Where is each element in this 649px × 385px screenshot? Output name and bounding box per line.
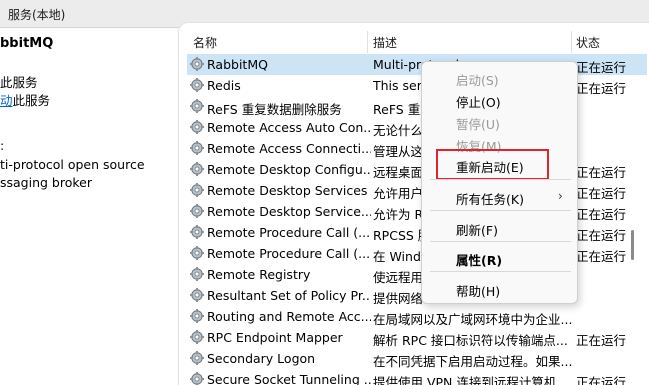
service-name: RPC Endpoint Mapper xyxy=(207,330,343,345)
restart-service-link[interactable]: 动 xyxy=(0,93,13,108)
service-name: Remote Procedure Call (... xyxy=(207,246,371,261)
stop-service-line: 此服务 xyxy=(0,75,38,90)
service-row[interactable]: ReFS 重复数据删除服务 ReFS 重复 xyxy=(187,96,647,117)
service-status: 正在运行 xyxy=(576,60,627,75)
service-gear-icon xyxy=(189,287,206,304)
menu-item-start[interactable]: 启动(S) xyxy=(456,70,499,89)
menu-separator xyxy=(430,241,571,242)
service-gear-icon xyxy=(189,77,206,94)
column-header-name[interactable]: 名称 xyxy=(193,34,217,51)
description-label: : xyxy=(0,138,5,153)
menu-item-pause[interactable]: 暂停(U) xyxy=(456,114,500,133)
service-row[interactable]: Remote Desktop Services 允许用户 正在运行 xyxy=(187,180,647,201)
service-gear-icon xyxy=(189,140,206,157)
column-header-status[interactable]: 状态 xyxy=(576,34,600,51)
service-gear-icon xyxy=(189,371,206,385)
service-name: Remote Desktop Services xyxy=(207,183,368,198)
service-row[interactable]: Routing and Remote Acc... 在局域网以及广域网环境中为企业… xyxy=(187,306,647,327)
service-name: Remote Access Connecti... xyxy=(207,141,371,156)
menu-item-properties[interactable]: 属性(R) xyxy=(456,250,502,269)
service-status: 正在运行 xyxy=(576,333,627,348)
service-status: 正在运行 xyxy=(576,165,627,180)
column-separator[interactable] xyxy=(571,31,572,53)
service-gear-icon xyxy=(189,203,206,220)
service-name: Remote Desktop Service... xyxy=(207,204,371,219)
service-gear-icon xyxy=(189,56,206,73)
service-row[interactable]: Secondary Logon 在不同凭据下启用启动过程。如果... xyxy=(187,348,647,369)
service-row[interactable]: Remote Registry 使远程用 xyxy=(187,264,647,285)
service-gear-icon xyxy=(189,119,206,136)
service-name: Redis xyxy=(207,78,241,93)
service-status: 正在运行 xyxy=(576,81,627,96)
service-gear-icon xyxy=(189,161,206,178)
service-description: 提供使用 VPN 连接到远程计算机... xyxy=(373,375,569,385)
menu-separator xyxy=(430,271,571,272)
column-separator[interactable] xyxy=(367,31,368,53)
menu-separator xyxy=(430,210,571,211)
service-description: 在不同凭据下启用启动过程。如果... xyxy=(373,354,573,369)
service-row[interactable]: Resultant Set of Policy Pr... 提供网络 xyxy=(187,285,647,306)
service-name: Remote Desktop Configu... xyxy=(207,162,371,177)
service-gear-icon xyxy=(189,329,206,346)
context-menu: 启动(S) 停止(O) 暂停(U) 恢复(M) 重新启动(E) 所有任务(K) … xyxy=(421,61,578,304)
menu-item-restart[interactable]: 重新启动(E) xyxy=(456,157,524,176)
service-row[interactable]: Remote Procedure Call (... RPCSS 服正在运行 xyxy=(187,222,647,243)
service-gear-icon xyxy=(189,266,206,283)
description-line-1: ti-protocol open source xyxy=(0,157,145,172)
service-name: RabbitMQ xyxy=(207,57,268,72)
column-header-description[interactable]: 描述 xyxy=(373,34,397,51)
service-row[interactable]: RabbitMQMulti-protocol open source me...… xyxy=(187,54,647,75)
restart-service-suffix: 此服务 xyxy=(12,93,51,108)
service-name: Remote Access Auto Con... xyxy=(207,120,371,135)
service-name: Resultant Set of Policy Pr... xyxy=(207,288,371,303)
service-row[interactable]: Remote Procedure Call (... 在 Windo 正在运行 xyxy=(187,243,647,264)
service-status: 正在运行 xyxy=(576,228,627,243)
service-status: 正在运行 xyxy=(576,249,627,264)
service-row[interactable]: Remote Access Connecti... 管理从这 xyxy=(187,138,647,159)
service-name: Remote Procedure Call (... xyxy=(207,225,371,240)
service-status: 正在运行 xyxy=(576,375,627,385)
services-list: 名称 描述 状态 RabbitMQMulti-protocol open sou… xyxy=(178,22,649,385)
service-row[interactable]: Secure Socket Tunneling ... 提供使用 VPN 连接到远… xyxy=(187,369,647,385)
restart-service-line: 动此服务 xyxy=(0,90,50,109)
service-gear-icon xyxy=(189,224,206,241)
window-title: 服务(本地) xyxy=(8,8,66,22)
service-name: Secure Socket Tunneling ... xyxy=(207,372,371,385)
service-status: 正在运行 xyxy=(576,186,627,201)
service-row[interactable]: Remote Access Auto Con... 无论什么 xyxy=(187,117,647,138)
submenu-arrow-icon: › xyxy=(558,189,563,203)
service-description: 在局域网以及广域网环境中为企业... xyxy=(373,312,573,327)
menu-item-stop[interactable]: 停止(O) xyxy=(456,92,501,111)
menu-item-refresh[interactable]: 刷新(F) xyxy=(456,220,498,239)
service-gear-icon xyxy=(189,308,206,325)
service-gear-icon xyxy=(189,182,206,199)
description-line-2: ssaging broker xyxy=(0,175,92,190)
menu-item-help[interactable]: 帮助(H) xyxy=(456,281,500,300)
service-name: Routing and Remote Acc... xyxy=(207,309,371,324)
vertical-scrollbar-thumb[interactable] xyxy=(631,230,634,260)
service-name: ReFS 重复数据删除服务 xyxy=(207,102,342,117)
service-row[interactable]: Redis This serv 正在运行 xyxy=(187,75,647,96)
service-detail-pane: bbitMQ 此服务 动此服务 : ti-protocol open sourc… xyxy=(0,28,182,385)
service-name-heading: bbitMQ xyxy=(0,36,54,51)
service-row[interactable]: Remote Desktop Configu... 远程桌面 正在运行 xyxy=(187,159,647,180)
service-row[interactable]: RPC Endpoint Mapper 解析 RPC 接口标识符以传输端点... 正… xyxy=(187,327,647,348)
service-gear-icon xyxy=(189,245,206,262)
menu-item-all-tasks[interactable]: 所有任务(K) xyxy=(456,189,524,208)
service-name: Remote Registry xyxy=(207,267,311,282)
service-row[interactable]: Remote Desktop Service... 允许为 R 正在运行 xyxy=(187,201,647,222)
service-description: 解析 RPC 接口标识符以传输端点... xyxy=(373,333,568,348)
list-header: 名称 描述 状态 xyxy=(179,31,649,53)
service-status: 正在运行 xyxy=(576,207,627,222)
service-gear-icon xyxy=(189,350,206,367)
menu-separator xyxy=(430,179,571,180)
service-name: Secondary Logon xyxy=(207,351,316,366)
service-gear-icon xyxy=(189,98,206,115)
